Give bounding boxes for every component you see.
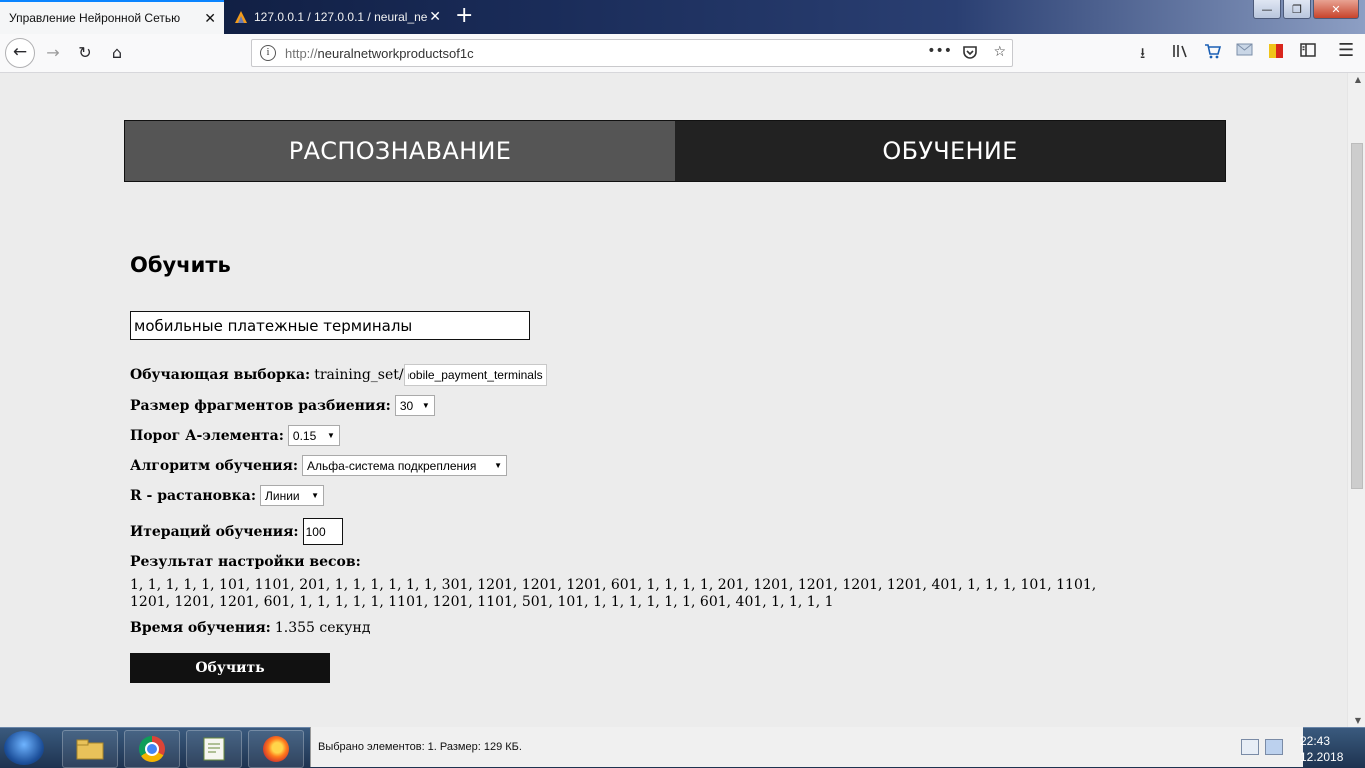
close-tab-icon[interactable]: ✕	[429, 8, 441, 24]
threshold-value: 0.15	[292, 428, 317, 443]
browser-navigation-bar: ← → ↻ ⌂ i http://neuralnetworkproductsof…	[0, 34, 1365, 73]
library-icon[interactable]	[1172, 43, 1188, 63]
clock-date: 12.2018	[1300, 750, 1344, 764]
tiles-view-icon[interactable]	[1265, 739, 1283, 755]
chrome-icon[interactable]	[124, 730, 180, 768]
train-time-row: Время обучения: 1.355 секунд	[130, 620, 370, 636]
notepad-plus-icon[interactable]	[186, 730, 242, 768]
minimize-button[interactable]: —	[1253, 0, 1281, 19]
bookmark-flag-icon[interactable]	[1268, 43, 1284, 63]
downloads-icon[interactable]: ⭳	[1140, 43, 1145, 68]
site-info-icon[interactable]: i	[260, 45, 276, 61]
url-scheme: http://	[285, 46, 318, 61]
page-title: Обучить	[130, 253, 231, 277]
tab-neural-network-control[interactable]: Управление Нейронной Сетью ✕	[0, 0, 224, 34]
url-host: neuralnetworkproductsof1c	[317, 46, 474, 61]
train-time-value: 1.355 секунд	[274, 620, 371, 636]
algorithm-label: Алгоритм обучения:	[130, 457, 299, 474]
tab-title: 127.0.0.1 / 127.0.0.1 / neural_ne	[254, 10, 428, 24]
scroll-down-arrow-icon[interactable]: ▼	[1355, 716, 1361, 725]
threshold-select[interactable]: 0.15 ▼	[287, 425, 340, 446]
phpmyadmin-favicon-icon	[234, 10, 248, 24]
tab-phpmyadmin[interactable]: 127.0.0.1 / 127.0.0.1 / neural_ne ✕	[225, 0, 449, 34]
training-set-prefix: training_set/	[314, 367, 404, 383]
page-actions-icon[interactable]: •••	[927, 43, 952, 59]
training-set-input[interactable]	[403, 364, 547, 386]
cart-icon[interactable]	[1204, 43, 1222, 63]
hamburger-menu-icon[interactable]: ☰	[1338, 40, 1354, 61]
weights-result: 1, 1, 1, 1, 1, 101, 1101, 201, 1, 1, 1, …	[130, 577, 1097, 610]
algorithm-row: Алгоритм обучения: Альфа-система подкреп…	[130, 455, 508, 476]
dropdown-caret-icon: ▼	[494, 461, 503, 470]
r-layout-value: Линии	[265, 488, 300, 503]
main-menu: РАСПОЗНАВАНИЕ ОБУЧЕНИЕ	[124, 120, 1226, 182]
pocket-icon[interactable]	[962, 44, 978, 64]
weights-label: Результат настройки весов:	[130, 554, 361, 570]
dropdown-caret-icon: ▼	[421, 401, 430, 410]
dropdown-caret-icon: ▼	[311, 491, 319, 500]
menu-train[interactable]: ОБУЧЕНИЕ	[675, 121, 1225, 181]
train-time-label: Время обучения:	[130, 620, 271, 636]
iterations-input[interactable]	[302, 518, 343, 545]
scrollbar-thumb[interactable]	[1351, 143, 1363, 489]
fragment-size-select[interactable]: 30 ▼	[394, 395, 435, 416]
iterations-row: Итераций обучения:	[130, 518, 343, 545]
r-layout-select[interactable]: Линии ▼	[260, 485, 324, 506]
maximize-button[interactable]: ❐	[1283, 0, 1311, 19]
sidebar-icon[interactable]	[1300, 43, 1316, 61]
clock-time: 22:43	[1300, 734, 1331, 748]
explorer-status-bar: Выбрано элементов: 1. Размер: 129 КБ.	[310, 727, 1303, 767]
reload-icon[interactable]: ↻	[74, 42, 96, 64]
close-tab-icon[interactable]: ✕	[204, 10, 216, 26]
bookmark-star-icon[interactable]: ☆	[993, 44, 1006, 60]
details-view-icon[interactable]	[1241, 739, 1259, 755]
threshold-row: Порог А-элемента: 0.15 ▼	[130, 425, 340, 446]
iterations-label: Итераций обучения:	[130, 523, 299, 540]
train-button[interactable]: Обучить	[130, 653, 330, 683]
tab-title: Управление Нейронной Сетью	[9, 11, 181, 25]
forward-arrow-icon[interactable]: →	[42, 42, 64, 64]
new-tab-button[interactable]: +	[455, 4, 473, 28]
r-layout-row: R - растановка: Линии ▼	[130, 485, 324, 506]
url-bar[interactable]: i http://neuralnetworkproductsof1c ••• ☆	[251, 39, 1013, 67]
dropdown-caret-icon: ▼	[326, 431, 335, 440]
fragment-size-row: Размер фрагментов разбиения: 30 ▼	[130, 395, 435, 416]
algorithm-value: Альфа-система подкрепления	[307, 458, 477, 473]
windows-start-icon[interactable]	[4, 731, 44, 765]
fragment-size-value: 30	[399, 398, 414, 413]
url-text[interactable]: http://neuralnetworkproductsof1c	[285, 46, 474, 61]
class-name-input[interactable]	[130, 311, 530, 340]
menu-recognize[interactable]: РАСПОЗНАВАНИЕ	[125, 121, 675, 181]
system-clock[interactable]: 22:43 12.2018	[1300, 733, 1343, 765]
training-set-row: Обучающая выборка: training_set/	[130, 364, 547, 386]
back-arrow-icon[interactable]: ←	[5, 38, 35, 68]
scroll-up-arrow-icon[interactable]: ▲	[1355, 75, 1361, 84]
view-mode-buttons	[1241, 739, 1283, 755]
weights-label-row: Результат настройки весов:	[130, 554, 365, 570]
explorer-status-text: Выбрано элементов: 1. Размер: 129 КБ.	[318, 741, 522, 753]
threshold-label: Порог А-элемента:	[130, 427, 284, 444]
r-layout-label: R - растановка:	[130, 487, 256, 504]
home-icon[interactable]: ⌂	[106, 42, 128, 64]
firefox-icon[interactable]	[248, 730, 304, 768]
mail-icon[interactable]	[1236, 43, 1253, 61]
fragment-size-label: Размер фрагментов разбиения:	[130, 397, 391, 414]
close-window-button[interactable]: ✕	[1313, 0, 1359, 19]
browser-tab-bar: Управление Нейронной Сетью ✕ 127.0.0.1 /…	[0, 0, 1365, 34]
algorithm-select[interactable]: Альфа-система подкрепления ▼	[302, 455, 508, 476]
window-controls: — ❐ ✕	[1251, 0, 1359, 19]
file-explorer-icon[interactable]	[62, 730, 118, 768]
training-set-label: Обучающая выборка:	[130, 367, 311, 383]
